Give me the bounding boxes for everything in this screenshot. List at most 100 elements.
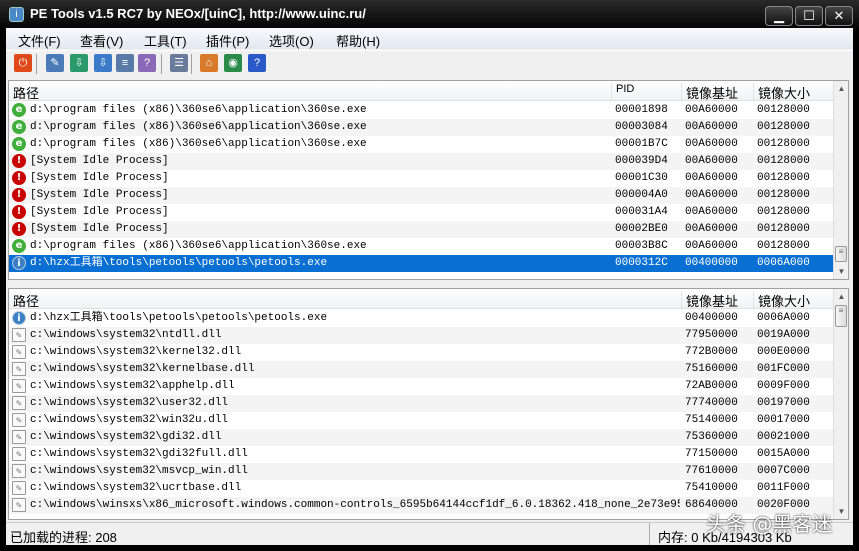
process-row[interactable]: e d:\program files (x86)\360se6\applicati…	[9, 238, 833, 255]
module-row[interactable]: i d:\hzx工具箱\tools\petools\petools\petools…	[9, 310, 833, 327]
dll-file-icon: ✎	[12, 379, 26, 393]
module-row[interactable]: ✎ c:\windows\system32\msvcp_win.dll 776100…	[9, 463, 833, 480]
process-pid: 00002BE0	[615, 223, 668, 235]
home-icon[interactable]: ⌂	[200, 54, 218, 72]
error-icon: !	[12, 222, 26, 236]
process-base: 00A60000	[685, 172, 738, 184]
process-base: 00400000	[685, 257, 738, 269]
module-size: 001FC000	[757, 363, 810, 375]
module-row[interactable]: ✎ c:\windows\system32\kernel32.dll 772B000…	[9, 344, 833, 361]
menu-view[interactable]: 查看(V)	[80, 31, 123, 50]
process-list-icon[interactable]: ☰	[170, 54, 188, 72]
rebuild-pe-icon[interactable]: ≡	[116, 54, 134, 72]
menu-bar: 文件(F) 查看(V) 工具(T) 插件(P) 选项(O) 帮助(H)	[6, 28, 853, 49]
module-path: c:\windows\system32\win32u.dll	[30, 414, 229, 426]
process-list[interactable]: 路径 PID 镜像基址 镜像大小 e d:\program files (x86)…	[8, 80, 849, 280]
module-row[interactable]: ✎ c:\windows\system32\ntdll.dll 77950000 00…	[9, 327, 833, 344]
module-size: 00197000	[757, 397, 810, 409]
menu-options[interactable]: 选项(O)	[269, 31, 314, 50]
module-scrollbar[interactable]: ▲ ≡ ▼	[833, 289, 848, 519]
column-header-path[interactable]: 路径	[9, 83, 39, 101]
module-base: 77950000	[685, 329, 738, 341]
process-row[interactable]: ! [System Idle Process] 000031A4 00A60000 00…	[9, 204, 833, 221]
dump-full-icon[interactable]: ⇩	[70, 54, 88, 72]
module-size: 0009F000	[757, 380, 810, 392]
process-row[interactable]: e d:\program files (x86)\360se6\applicati…	[9, 136, 833, 153]
process-pid: 00001C30	[615, 172, 668, 184]
column-header-image-base[interactable]: 镜像基址	[681, 291, 738, 309]
process-pid: 0000312C	[615, 257, 668, 269]
module-size: 000E0000	[757, 346, 810, 358]
browser-icon: e	[12, 239, 26, 253]
process-path: [System Idle Process]	[30, 172, 169, 184]
minimize-button[interactable]: ▁	[765, 6, 793, 26]
column-header-image-size[interactable]: 镜像大小	[753, 291, 810, 309]
scroll-up-arrow-icon[interactable]: ▲	[834, 81, 848, 96]
column-header-image-size[interactable]: 镜像大小	[753, 83, 810, 101]
maximize-button[interactable]: ☐	[795, 6, 823, 26]
window-title: PE Tools v1.5 RC7 by NEOx/[uinC], http:/…	[30, 6, 366, 21]
dump-partial-icon[interactable]: ⇩	[94, 54, 112, 72]
module-row[interactable]: ✎ c:\windows\system32\user32.dll 77740000 0…	[9, 395, 833, 412]
module-row[interactable]: ✎ c:\windows\system32\kernelbase.dll 75160…	[9, 361, 833, 378]
menu-tools[interactable]: 工具(T)	[144, 31, 187, 50]
pe-tools-icon: i	[12, 311, 26, 325]
column-header-pid[interactable]: PID	[611, 83, 634, 101]
process-row[interactable]: ! [System Idle Process] 00002BE0 00A60000 00…	[9, 221, 833, 238]
help-icon[interactable]: ?	[248, 54, 266, 72]
process-base: 00A60000	[685, 240, 738, 252]
process-row[interactable]: ! [System Idle Process] 000004A0 00A60000 00…	[9, 187, 833, 204]
watermark: 头条 @黑客迷	[706, 512, 833, 536]
module-base: 75410000	[685, 482, 738, 494]
process-path: d:\program files (x86)\360se6\applicatio…	[30, 121, 367, 133]
process-base: 00A60000	[685, 155, 738, 167]
pe-editor-icon[interactable]: ✎	[46, 54, 64, 72]
process-row[interactable]: ! [System Idle Process] 00001C30 00A60000 00…	[9, 170, 833, 187]
toolbar-separator	[161, 54, 162, 74]
scroll-thumb[interactable]: ≡	[835, 246, 847, 262]
process-size: 00128000	[757, 121, 810, 133]
dll-file-icon: ✎	[12, 345, 26, 359]
process-row[interactable]: e d:\program files (x86)\360se6\applicati…	[9, 102, 833, 119]
scroll-down-arrow-icon[interactable]: ▼	[834, 504, 848, 519]
scroll-up-arrow-icon[interactable]: ▲	[834, 289, 848, 304]
process-path: d:\program files (x86)\360se6\applicatio…	[30, 240, 367, 252]
module-path: c:\windows\system32\gdi32.dll	[30, 431, 222, 443]
process-row[interactable]: ! [System Idle Process] 000039D4 00A60000 00…	[9, 153, 833, 170]
scroll-down-arrow-icon[interactable]: ▼	[834, 264, 848, 279]
column-header-path[interactable]: 路径	[9, 291, 39, 309]
process-row[interactable]: i d:\hzx工具箱\tools\petools\petools\petools…	[9, 255, 833, 272]
break-and-enter-icon[interactable]: ?	[138, 54, 156, 72]
module-path: c:\windows\system32\kernel32.dll	[30, 346, 242, 358]
module-list[interactable]: 路径 镜像基址 镜像大小 i d:\hzx工具箱\tools\petools\pe…	[8, 288, 849, 520]
toolbar-separator	[36, 54, 37, 74]
main-window: 文件(F) 查看(V) 工具(T) 插件(P) 选项(O) 帮助(H) ⏻ ✎ ⇩ ⇩…	[6, 28, 853, 545]
module-row[interactable]: ✎ c:\windows\system32\gdi32full.dll 771500…	[9, 446, 833, 463]
menu-file[interactable]: 文件(F)	[18, 31, 61, 50]
module-path: c:\windows\system32\kernelbase.dll	[30, 363, 255, 375]
web-icon[interactable]: ◉	[224, 54, 242, 72]
module-row[interactable]: ✎ c:\windows\system32\apphelp.dll 72AB0000…	[9, 378, 833, 395]
title-bar: i PE Tools v1.5 RC7 by NEOx/[uinC], http…	[0, 0, 859, 28]
close-button[interactable]: ✕	[825, 6, 853, 26]
process-size: 0006A000	[757, 257, 810, 269]
exit-icon[interactable]: ⏻	[14, 54, 32, 72]
process-path: [System Idle Process]	[30, 223, 169, 235]
module-path: c:\windows\system32\ntdll.dll	[30, 329, 222, 341]
process-base: 00A60000	[685, 121, 738, 133]
menu-plugins[interactable]: 插件(P)	[206, 31, 249, 50]
process-scrollbar[interactable]: ▲ ≡ ▼	[833, 81, 848, 279]
dll-file-icon: ✎	[12, 413, 26, 427]
menu-help[interactable]: 帮助(H)	[336, 31, 380, 50]
scroll-thumb[interactable]: ≡	[835, 305, 847, 327]
process-size: 00128000	[757, 104, 810, 116]
process-row[interactable]: e d:\program files (x86)\360se6\applicati…	[9, 119, 833, 136]
process-pid: 000039D4	[615, 155, 668, 167]
process-path: [System Idle Process]	[30, 206, 169, 218]
module-row[interactable]: ✎ c:\windows\system32\ucrtbase.dll 7541000…	[9, 480, 833, 497]
module-row[interactable]: ✎ c:\windows\system32\win32u.dll 75140000 0…	[9, 412, 833, 429]
column-header-image-base[interactable]: 镜像基址	[681, 83, 738, 101]
process-size: 00128000	[757, 223, 810, 235]
process-rows: e d:\program files (x86)\360se6\applicati…	[9, 102, 833, 272]
module-row[interactable]: ✎ c:\windows\system32\gdi32.dll 75360000 00…	[9, 429, 833, 446]
